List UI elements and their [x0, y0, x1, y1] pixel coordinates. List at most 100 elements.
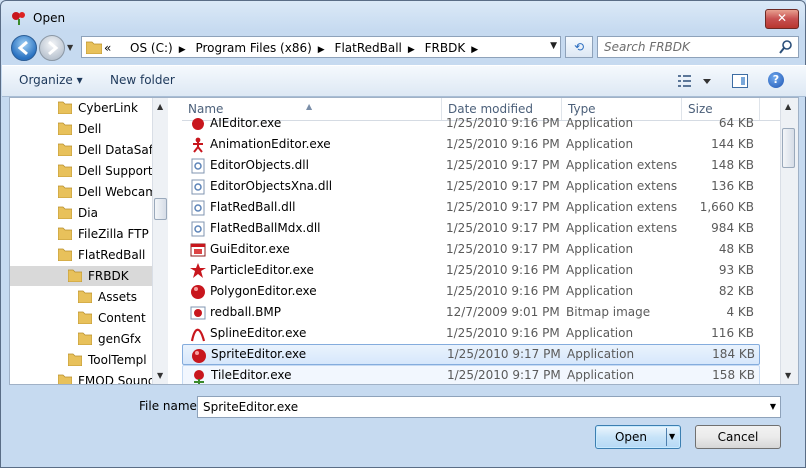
- tree-item[interactable]: FMOD Sound: [58, 371, 156, 384]
- preview-pane-button[interactable]: [732, 74, 748, 88]
- back-arrow-icon: [17, 40, 28, 56]
- breadcrumb-item[interactable]: FlatRedBall: [335, 41, 402, 55]
- close-button[interactable]: ✕: [765, 9, 799, 29]
- file-name: AIEditor.exe: [210, 116, 282, 130]
- tree-item[interactable]: FRBDK: [10, 266, 152, 286]
- file-name: FlatRedBallMdx.dll: [210, 221, 321, 235]
- help-button[interactable]: ?: [768, 72, 784, 88]
- refresh-button[interactable]: ⟲: [565, 36, 593, 58]
- red-ball-icon: [192, 349, 206, 363]
- file-size: 144 KB: [711, 137, 754, 151]
- breadcrumb-item[interactable]: FRBDK: [425, 41, 466, 55]
- breadcrumb-item[interactable]: OS (C:): [130, 41, 173, 55]
- tree-item[interactable]: Dell DataSafe: [58, 140, 160, 160]
- tree-item[interactable]: Dell Support C: [58, 161, 165, 181]
- address-dropdown[interactable]: ▼: [550, 41, 557, 51]
- file-size: 158 KB: [712, 368, 755, 382]
- file-date: 1/25/2010 9:17 PM: [446, 179, 560, 193]
- recent-pages-dropdown[interactable]: ▼: [67, 43, 73, 52]
- chevron-down-icon[interactable]: ▼: [770, 402, 776, 411]
- pane-splitter[interactable]: [168, 98, 182, 384]
- folder-icon: [58, 143, 72, 156]
- file-type: Application extens...: [566, 158, 678, 172]
- new-folder-button[interactable]: New folder: [110, 73, 175, 87]
- title-bar[interactable]: Open ✕: [1, 1, 805, 33]
- file-type: Application: [566, 242, 634, 256]
- tree-item[interactable]: Dia: [58, 203, 152, 223]
- file-row[interactable]: SplineEditor.exe 1/25/2010 9:16 PM Applica…: [182, 323, 760, 344]
- file-row[interactable]: EditorObjectsXna.dll 1/25/2010 9:17 PM App…: [182, 176, 760, 197]
- search-icon[interactable]: [779, 39, 793, 55]
- tree-item[interactable]: Content: [78, 308, 152, 328]
- cancel-button[interactable]: Cancel: [695, 425, 781, 449]
- file-row[interactable]: AIEditor.exe 1/25/2010 9:16 PM Application…: [182, 113, 760, 134]
- back-button[interactable]: [11, 35, 37, 61]
- tree-item[interactable]: FlatRedBall: [58, 245, 152, 265]
- folder-icon: [58, 122, 72, 135]
- file-row[interactable]: PolygonEditor.exe 1/25/2010 9:16 PM Applic…: [182, 281, 760, 302]
- tree-item[interactable]: ToolTempl: [68, 350, 152, 370]
- file-row[interactable]: ParticleEditor.exe 1/25/2010 9:16 PM Appli…: [182, 260, 760, 281]
- breadcrumb-overflow[interactable]: «: [104, 41, 111, 55]
- bitmap-icon: [190, 306, 206, 320]
- tree-item[interactable]: Assets: [78, 287, 152, 307]
- file-list-scroll-thumb[interactable]: [782, 128, 795, 168]
- file-row[interactable]: TileEditor.exe 1/25/2010 9:17 PM Applicati…: [182, 365, 760, 384]
- file-type: Application extens...: [566, 179, 678, 193]
- file-name: GuiEditor.exe: [210, 242, 290, 256]
- chevron-right-icon[interactable]: ▶: [408, 45, 415, 55]
- file-date: 1/25/2010 9:17 PM: [447, 368, 561, 382]
- scroll-down-arrow-icon[interactable]: ▼: [785, 371, 791, 380]
- tree-item[interactable]: Dell: [58, 119, 152, 139]
- spline-icon: [190, 328, 206, 342]
- forward-arrow-icon: [48, 40, 59, 56]
- forward-button[interactable]: [39, 35, 65, 61]
- file-row[interactable]: redball.BMP 12/7/2009 9:01 PM Bitmap image…: [182, 302, 760, 323]
- tree-scrollbar[interactable]: ▲ ▼: [152, 98, 168, 384]
- file-row[interactable]: EditorObjects.dll 1/25/2010 9:17 PM Applic…: [182, 155, 760, 176]
- file-date: 12/7/2009 9:01 PM: [446, 305, 560, 319]
- chevron-right-icon[interactable]: ▶: [318, 45, 325, 55]
- tree-item-label: Assets: [98, 290, 138, 304]
- file-row[interactable]: FlatRedBallMdx.dll 1/25/2010 9:17 PM Appli…: [182, 218, 760, 239]
- tree-item[interactable]: Dell Webcam: [58, 182, 157, 202]
- search-box[interactable]: [597, 36, 799, 58]
- breadcrumb-item[interactable]: Program Files (x86): [195, 41, 311, 55]
- file-row[interactable]: GuiEditor.exe 1/25/2010 9:17 PM Applicatio…: [182, 239, 760, 260]
- file-name: SpriteEditor.exe: [211, 347, 307, 361]
- file-name-input[interactable]: [201, 399, 760, 415]
- file-size: 184 KB: [712, 347, 755, 361]
- open-button[interactable]: Open ▼: [595, 425, 681, 449]
- dll-icon: [191, 179, 205, 195]
- file-row[interactable]: FlatRedBall.dll 1/25/2010 9:17 PM Applicat…: [182, 197, 760, 218]
- organize-menu[interactable]: Organize ▾: [19, 73, 83, 87]
- tree-item[interactable]: FileZilla FTP C: [58, 224, 161, 244]
- folder-icon: [78, 332, 92, 345]
- open-dropdown-icon[interactable]: ▼: [669, 432, 675, 441]
- scroll-up-arrow-icon[interactable]: ▲: [157, 102, 163, 111]
- file-date: 1/25/2010 9:17 PM: [447, 347, 561, 361]
- views-button[interactable]: [678, 74, 712, 91]
- file-size: 82 KB: [718, 284, 754, 298]
- chevron-right-icon[interactable]: ▶: [471, 45, 478, 55]
- file-name-combo[interactable]: ▼: [197, 396, 781, 418]
- tree-scroll-thumb[interactable]: [154, 198, 167, 220]
- file-row[interactable]: SpriteEditor.exe 1/25/2010 9:17 PM Applica…: [182, 344, 760, 365]
- file-list-scrollbar[interactable]: ▲ ▼: [780, 98, 798, 384]
- tree-item-label: FMOD Sound: [78, 374, 156, 384]
- scroll-up-arrow-icon[interactable]: ▲: [785, 102, 791, 111]
- tree-item[interactable]: genGfx: [78, 329, 152, 349]
- address-bar[interactable]: « OS (C:) ▶ Program Files (x86) ▶ FlatRedB…: [81, 36, 561, 58]
- file-type: Application extens...: [566, 200, 678, 214]
- file-size: 4 KB: [726, 305, 754, 319]
- file-row[interactable]: AnimationEditor.exe 1/25/2010 9:16 PM Appl…: [182, 134, 760, 155]
- burst-icon: [190, 263, 206, 278]
- command-bar: Organize ▾ New folder ?: [2, 65, 806, 97]
- scroll-down-arrow-icon[interactable]: ▼: [157, 371, 163, 380]
- dll-icon: [191, 200, 205, 216]
- search-input[interactable]: [602, 39, 776, 55]
- file-name-label: File name:: [139, 399, 201, 413]
- chevron-right-icon[interactable]: ▶: [179, 45, 186, 55]
- tree-item[interactable]: CyberLink: [58, 98, 152, 118]
- file-size: 984 KB: [711, 221, 754, 235]
